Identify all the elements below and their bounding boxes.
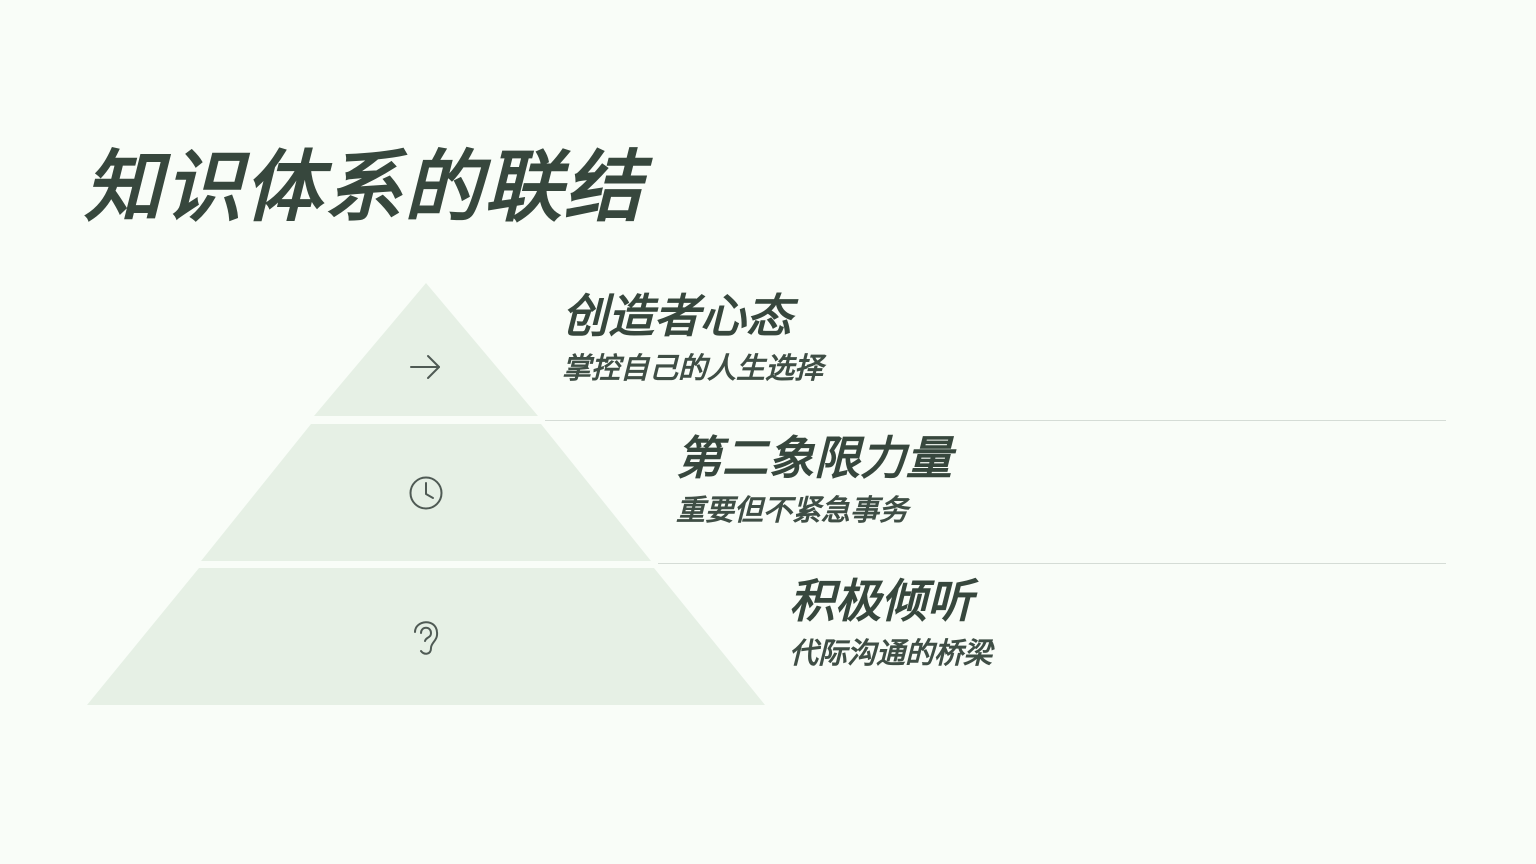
tier-subtitle: 代际沟通的桥梁 xyxy=(789,636,993,670)
tier-title: 第二象限力量 xyxy=(676,431,952,485)
pyramid-tier-top xyxy=(314,283,538,416)
tier-subtitle: 重要但不紧急事务 xyxy=(676,493,909,527)
tier-title: 创造者心态 xyxy=(562,289,792,343)
tier-divider-middle xyxy=(658,563,1446,564)
slide: 知识体系的联结 创造者心态 掌控自己的人生选择 第二象限力量 重要但不紧急事务 … xyxy=(0,0,1536,864)
tier-subtitle: 掌控自己的人生选择 xyxy=(562,351,824,385)
tier-text-middle: 第二象限力量 重要但不紧急事务 xyxy=(676,430,952,528)
tier-title: 积极倾听 xyxy=(789,574,973,628)
tier-divider-top xyxy=(545,420,1446,421)
pyramid-tier-bottom xyxy=(87,568,765,705)
tier-text-top: 创造者心态 掌控自己的人生选择 xyxy=(562,288,823,386)
tier-text-bottom: 积极倾听 代际沟通的桥梁 xyxy=(789,573,992,671)
